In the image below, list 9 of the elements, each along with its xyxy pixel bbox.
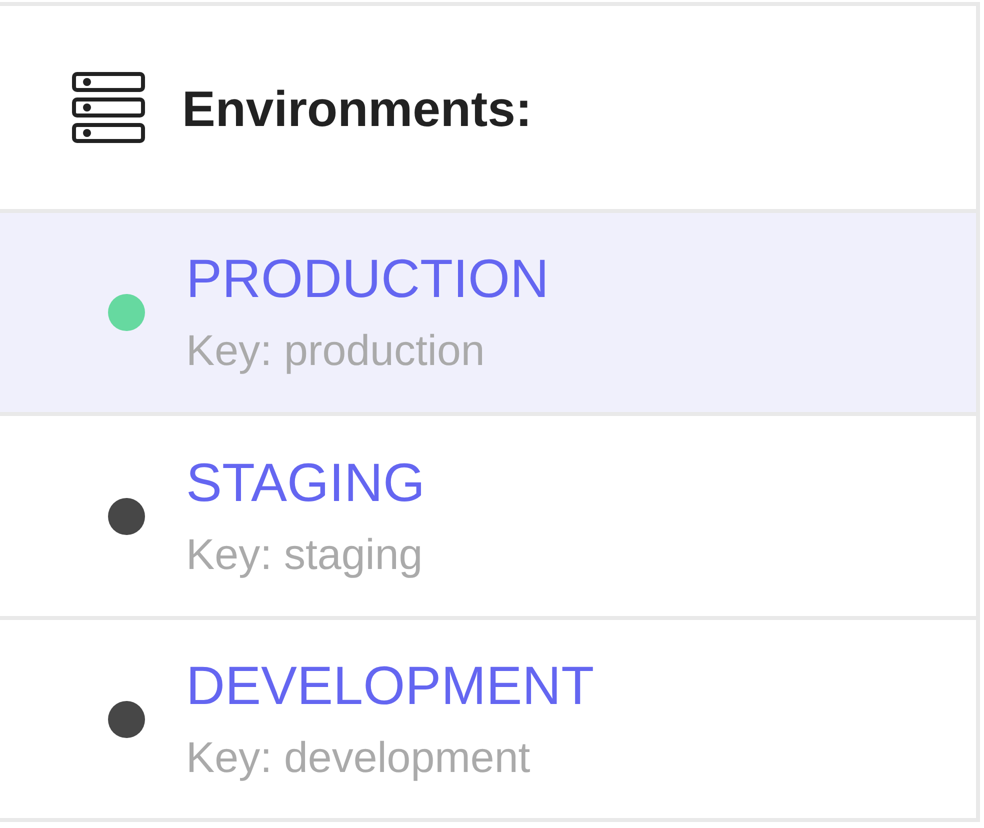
server-stack-icon	[72, 72, 145, 143]
environment-key: Key: staging	[186, 530, 426, 578]
environment-item[interactable]: PRODUCTION Key: production	[0, 213, 976, 416]
environment-name: STAGING	[186, 454, 426, 512]
environment-key: Key: development	[186, 734, 594, 782]
environment-key: Key: production	[186, 327, 549, 375]
environment-name: PRODUCTION	[186, 250, 549, 308]
panel-title: Environments:	[182, 80, 532, 138]
environment-name: DEVELOPMENT	[186, 656, 594, 714]
